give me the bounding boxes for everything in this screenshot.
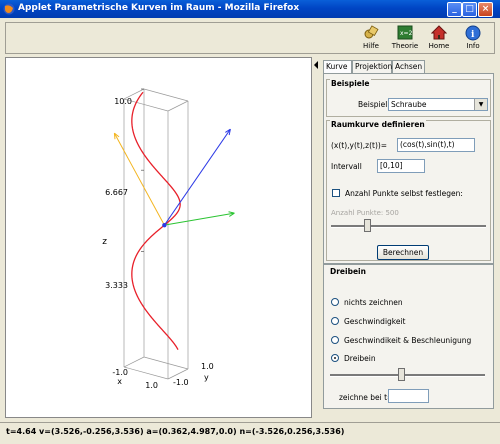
dreibein-group: Dreibein nichts zeichnen Geschwindigkeit… bbox=[326, 267, 491, 406]
helix-curve bbox=[131, 91, 181, 350]
box-edge-horizontal bbox=[123, 356, 145, 368]
points-count-label: Anzahl Punkte: 500 bbox=[331, 209, 399, 217]
box-edge-horizontal bbox=[123, 366, 169, 380]
beispiel-label: Beispiel bbox=[358, 100, 388, 109]
curve-point bbox=[162, 222, 167, 228]
theorie-button[interactable]: x=2 Theorie bbox=[388, 24, 422, 53]
theorie-label: Theorie bbox=[391, 42, 419, 50]
box-edge-horizontal bbox=[167, 100, 189, 112]
close-button[interactable]: × bbox=[478, 2, 493, 17]
tab-kurve[interactable]: Kurve bbox=[323, 60, 352, 74]
points-slider-track[interactable] bbox=[331, 225, 486, 228]
info-label: Info bbox=[466, 42, 480, 50]
z-tick-10: 10.0 bbox=[114, 97, 132, 106]
x-tick-neg1: -1.0 bbox=[112, 368, 128, 377]
status-bar: t=4.64 v=(3.526,-0.256,3.536) a=(0.362,4… bbox=[0, 422, 500, 444]
y-tick-neg1: -1.0 bbox=[173, 378, 189, 387]
box-edge-horizontal bbox=[143, 88, 189, 102]
home-icon bbox=[431, 25, 447, 40]
z-tick-3333: 3.333 bbox=[105, 281, 128, 290]
binormal-vector-head bbox=[113, 133, 116, 140]
points-slider-thumb[interactable] bbox=[363, 219, 371, 232]
y-tick-1: 1.0 bbox=[201, 362, 214, 371]
control-panel: Kurve Projektion Achsen Beispiele Beispi… bbox=[320, 57, 495, 418]
normal-vector-head bbox=[228, 211, 235, 214]
radio-nichts-label: nichts zeichnen bbox=[344, 298, 403, 307]
info-icon: i bbox=[465, 25, 481, 41]
dreibein-panel: Dreibein nichts zeichnen Geschwindigkeit… bbox=[323, 264, 494, 409]
home-button[interactable]: Home bbox=[422, 24, 456, 53]
maximize-button[interactable]: □ bbox=[462, 2, 477, 17]
z-tick-6667: 6.667 bbox=[105, 188, 128, 197]
home-label: Home bbox=[428, 42, 450, 50]
tab-achsen[interactable]: Achsen bbox=[392, 60, 425, 73]
z-axis-label: z bbox=[102, 237, 107, 247]
t-slider-thumb[interactable] bbox=[398, 368, 406, 381]
beispiel-select-value: Schraube bbox=[391, 100, 427, 109]
window-title: Applet Parametrische Kurven im Raum - Mo… bbox=[18, 3, 300, 13]
chevron-down-icon[interactable]: ▼ bbox=[474, 99, 487, 110]
raumkurve-group: Raumkurve definieren (x(t),y(t),z(t))= (… bbox=[326, 120, 491, 261]
toolbar: Hilfe x=2 Theorie Home i Info bbox=[5, 22, 495, 54]
zeichne-input[interactable] bbox=[388, 389, 429, 403]
panel-splitter[interactable] bbox=[313, 57, 319, 418]
interval-input[interactable]: [0,10] bbox=[377, 159, 425, 173]
points-checkbox-label: Anzahl Punkte selbst festlegen: bbox=[345, 189, 463, 198]
beispiele-title: Beispiele bbox=[330, 79, 371, 88]
raumkurve-title: Raumkurve definieren bbox=[330, 120, 426, 129]
function-label: (x(t),y(t),z(t))= bbox=[331, 141, 388, 150]
title-bar: Applet Parametrische Kurven im Raum - Mo… bbox=[0, 0, 500, 18]
box-edge-horizontal bbox=[143, 356, 189, 370]
info-button[interactable]: i Info bbox=[456, 24, 490, 53]
y-axis-label: y bbox=[204, 373, 209, 382]
theory-icon: x=2 bbox=[397, 25, 413, 40]
beispiel-select[interactable]: Schraube ▼ bbox=[388, 98, 488, 111]
svg-text:x=2: x=2 bbox=[400, 30, 413, 37]
radio-geschw-beschl[interactable] bbox=[331, 336, 339, 344]
minimize-button[interactable]: _ bbox=[447, 2, 462, 17]
berechnen-button[interactable]: Berechnen bbox=[377, 245, 429, 260]
dreibein-title: Dreibein bbox=[329, 267, 367, 276]
radio-dreibein-label: Dreibein bbox=[344, 354, 376, 363]
function-input[interactable]: (cos(t),sin(t),t) bbox=[397, 138, 475, 152]
radio-dreibein[interactable] bbox=[331, 354, 339, 362]
tab-projektion[interactable]: Projektion bbox=[352, 60, 392, 73]
radio-nichts[interactable] bbox=[331, 298, 339, 306]
firefox-app-icon bbox=[3, 3, 15, 15]
interval-label: Intervall bbox=[331, 162, 362, 171]
hilfe-button[interactable]: Hilfe bbox=[354, 24, 388, 53]
trihedron-vectors bbox=[113, 128, 235, 228]
t-slider-track[interactable] bbox=[330, 374, 485, 377]
x-tick-1: 1.0 bbox=[145, 381, 158, 390]
help-icon bbox=[364, 25, 379, 39]
tab-content-kurve: Beispiele Beispiel Schraube ▼ Raumkurve … bbox=[323, 73, 494, 264]
radio-geschwindigkeit-label: Geschwindigkeit bbox=[344, 317, 406, 326]
tangent-vector bbox=[163, 128, 231, 226]
radio-geschw-beschl-label: Geschwindikeit & Beschleunigung bbox=[344, 336, 472, 345]
plot-canvas[interactable]: 10.0 6.667 z 3.333 -1.0 x 1.0 1.0 y -1.0 bbox=[5, 57, 312, 418]
status-text: t=4.64 v=(3.526,-0.256,3.536) a=(0.362,4… bbox=[6, 427, 345, 436]
hilfe-label: Hilfe bbox=[363, 42, 379, 50]
collapse-arrow-icon[interactable] bbox=[314, 61, 318, 69]
x-axis-label: x bbox=[117, 377, 122, 386]
svg-text:i: i bbox=[471, 30, 475, 40]
beispiele-group: Beispiele Beispiel Schraube ▼ bbox=[326, 79, 491, 117]
points-checkbox[interactable] bbox=[332, 189, 340, 197]
zeichne-label: zeichne bei t= bbox=[339, 393, 394, 402]
radio-geschwindigkeit[interactable] bbox=[331, 317, 339, 325]
